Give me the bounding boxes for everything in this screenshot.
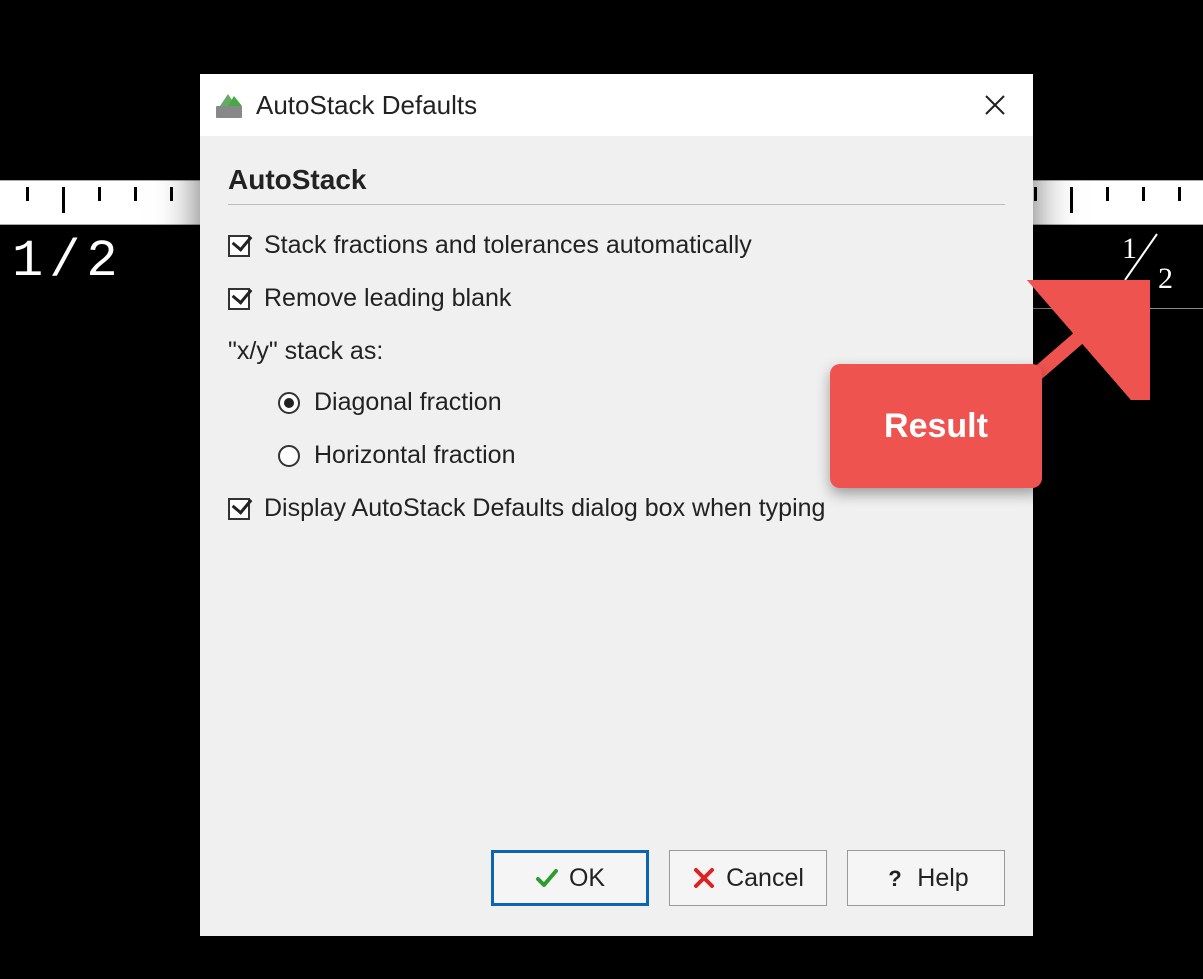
stack-as-label: "x/y" stack as: (228, 337, 1005, 366)
button-label: Cancel (726, 864, 804, 893)
checkbox-remove-blank[interactable] (228, 288, 250, 310)
dialog-body: AutoStack Stack fractions and tolerances… (200, 136, 1033, 850)
option-display-dialog[interactable]: Display AutoStack Defaults dialog box wh… (228, 494, 1005, 523)
option-remove-blank[interactable]: Remove leading blank (228, 284, 1005, 313)
help-button[interactable]: ? Help (847, 850, 1005, 906)
checkbox-stack-auto[interactable] (228, 235, 250, 257)
ok-button[interactable]: OK (491, 850, 649, 906)
close-icon (984, 94, 1006, 116)
x-icon (692, 866, 716, 890)
annotation-label: Result (884, 407, 988, 446)
button-label: Help (917, 864, 968, 893)
background-divider (1033, 308, 1203, 309)
dialog-title: AutoStack Defaults (256, 90, 965, 121)
radio-label: Horizontal fraction (314, 441, 515, 470)
checkbox-display-dialog[interactable] (228, 498, 250, 520)
radio-input-diagonal[interactable] (278, 392, 300, 414)
radio-input-horizontal[interactable] (278, 445, 300, 467)
fraction-denominator: 2 (1158, 262, 1173, 296)
annotation-callout: Result (830, 364, 1042, 488)
option-stack-auto[interactable]: Stack fractions and tolerances automatic… (228, 231, 1005, 260)
titlebar: AutoStack Defaults (200, 74, 1033, 136)
close-button[interactable] (965, 82, 1025, 128)
question-icon: ? (883, 866, 907, 890)
autostack-defaults-dialog: AutoStack Defaults AutoStack Stack fract… (200, 74, 1033, 936)
option-label: Stack fractions and tolerances automatic… (264, 231, 752, 260)
check-icon (535, 866, 559, 890)
section-title: AutoStack (228, 164, 1005, 205)
radio-label: Diagonal fraction (314, 388, 502, 417)
app-icon (214, 90, 244, 120)
button-label: OK (569, 864, 605, 893)
svg-text:?: ? (889, 866, 902, 890)
option-label: Display AutoStack Defaults dialog box wh… (264, 494, 825, 523)
background-fraction-text: 1/2 (12, 232, 124, 291)
dialog-footer: OK Cancel ? Help (200, 850, 1033, 936)
cancel-button[interactable]: Cancel (669, 850, 827, 906)
option-label: Remove leading blank (264, 284, 511, 313)
